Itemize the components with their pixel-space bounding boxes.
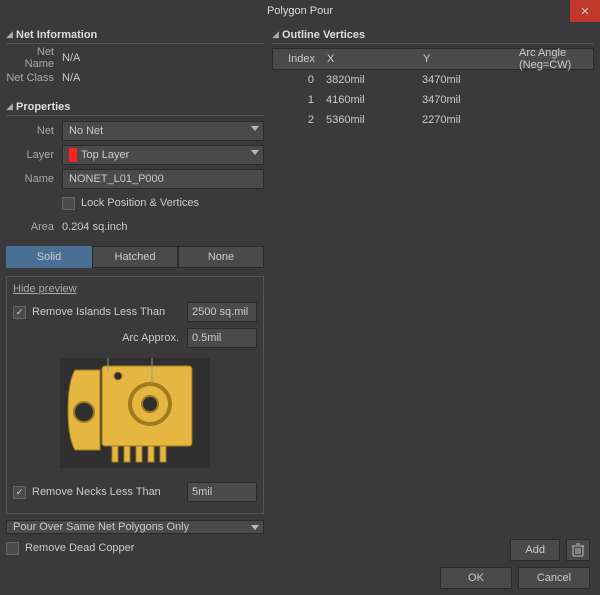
ok-button[interactable]: OK (440, 567, 512, 589)
polygon-preview-image (13, 353, 257, 473)
remove-dead-copper-checkbox[interactable] (6, 542, 19, 555)
delete-vertex-button[interactable] (566, 539, 590, 561)
layer-combo[interactable]: Top Layer (62, 145, 264, 165)
area-label: Area (6, 221, 62, 233)
arc-approx-input[interactable]: 0.5mil (187, 328, 257, 348)
dialog-footer: OK Cancel (440, 567, 590, 589)
remove-dead-copper-row[interactable]: Remove Dead Copper (6, 538, 264, 558)
net-combo[interactable]: No Net (62, 121, 264, 141)
caret-icon: ◢ (272, 29, 282, 40)
lock-position-checkbox-row[interactable]: Lock Position & Vertices (62, 193, 199, 213)
net-name-label: Net Name (6, 46, 62, 70)
fill-mode-hatched[interactable]: Hatched (92, 246, 178, 268)
section-outline-vertices[interactable]: ◢ Outline Vertices (272, 26, 594, 44)
net-name-value: N/A (62, 52, 80, 64)
pour-over-combo[interactable]: Pour Over Same Net Polygons Only (6, 520, 264, 534)
caret-icon: ◢ (6, 101, 16, 112)
layer-color-swatch (69, 148, 77, 162)
col-x[interactable]: X (321, 49, 417, 69)
preview-box: Hide preview Remove Islands Less Than 25… (6, 276, 264, 514)
remove-islands-label: Remove Islands Less Than (32, 306, 187, 318)
net-class-row: Net Class N/A (6, 68, 264, 88)
cancel-button[interactable]: Cancel (518, 567, 590, 589)
section-title: Outline Vertices (282, 29, 365, 41)
chevron-down-icon (251, 150, 259, 155)
section-title: Net Information (16, 29, 97, 41)
section-net-information[interactable]: ◢ Net Information (6, 26, 264, 44)
net-class-label: Net Class (6, 72, 62, 84)
lock-position-label: Lock Position & Vertices (81, 197, 199, 209)
arc-approx-label: Arc Approx. (32, 332, 187, 344)
table-row[interactable]: 2 5360mil 2270mil (272, 110, 594, 130)
hide-preview-link[interactable]: Hide preview (13, 283, 77, 295)
section-properties[interactable]: ◢ Properties (6, 98, 264, 116)
net-name-row: Net Name N/A (6, 48, 264, 68)
col-index[interactable]: Index (273, 49, 321, 69)
left-panel: ◢ Net Information Net Name N/A Net Class… (6, 26, 264, 558)
chevron-down-icon (251, 525, 259, 530)
pour-over-value: Pour Over Same Net Polygons Only (13, 521, 189, 533)
remove-islands-input[interactable]: 2500 sq.mil (187, 302, 257, 322)
net-label: Net (6, 125, 62, 137)
caret-icon: ◢ (6, 29, 16, 40)
name-input[interactable]: NONET_L01_P000 (62, 169, 264, 189)
section-title: Properties (16, 101, 70, 113)
lock-position-checkbox[interactable] (62, 197, 75, 210)
area-value: 0.204 sq.inch (62, 221, 127, 233)
net-combo-value: No Net (69, 125, 103, 137)
net-class-value: N/A (62, 72, 80, 84)
col-y[interactable]: Y (417, 49, 513, 69)
remove-islands-checkbox[interactable] (13, 306, 26, 319)
name-input-value: NONET_L01_P000 (69, 173, 164, 185)
trash-icon (572, 543, 584, 557)
chevron-down-icon (251, 126, 259, 131)
right-panel: ◢ Outline Vertices Index X Y Arc Angle (… (272, 26, 594, 558)
dialog-body: ◢ Net Information Net Name N/A Net Class… (0, 22, 600, 558)
layer-combo-value: Top Layer (81, 149, 129, 161)
remove-necks-label: Remove Necks Less Than (32, 486, 187, 498)
add-vertex-button[interactable]: Add (510, 539, 560, 561)
table-row[interactable]: 1 4160mil 3470mil (272, 90, 594, 110)
fill-mode-segmented: Solid Hatched None (6, 246, 264, 268)
vertices-toolbar: Add (510, 539, 590, 561)
titlebar: Polygon Pour ✕ (0, 0, 600, 22)
name-label: Name (6, 173, 62, 185)
col-arc[interactable]: Arc Angle (Neg=CW) (513, 49, 593, 69)
vertices-table-header: Index X Y Arc Angle (Neg=CW) (272, 48, 594, 70)
dialog-title: Polygon Pour (267, 5, 333, 17)
layer-label: Layer (6, 149, 62, 161)
table-row[interactable]: 0 3820mil 3470mil (272, 70, 594, 90)
remove-necks-checkbox[interactable] (13, 486, 26, 499)
remove-dead-copper-label: Remove Dead Copper (25, 542, 134, 554)
close-icon: ✕ (580, 5, 589, 18)
remove-necks-input[interactable]: 5mil (187, 482, 257, 502)
fill-mode-none[interactable]: None (178, 246, 264, 268)
fill-mode-solid[interactable]: Solid (6, 246, 92, 268)
close-button[interactable]: ✕ (570, 0, 600, 22)
